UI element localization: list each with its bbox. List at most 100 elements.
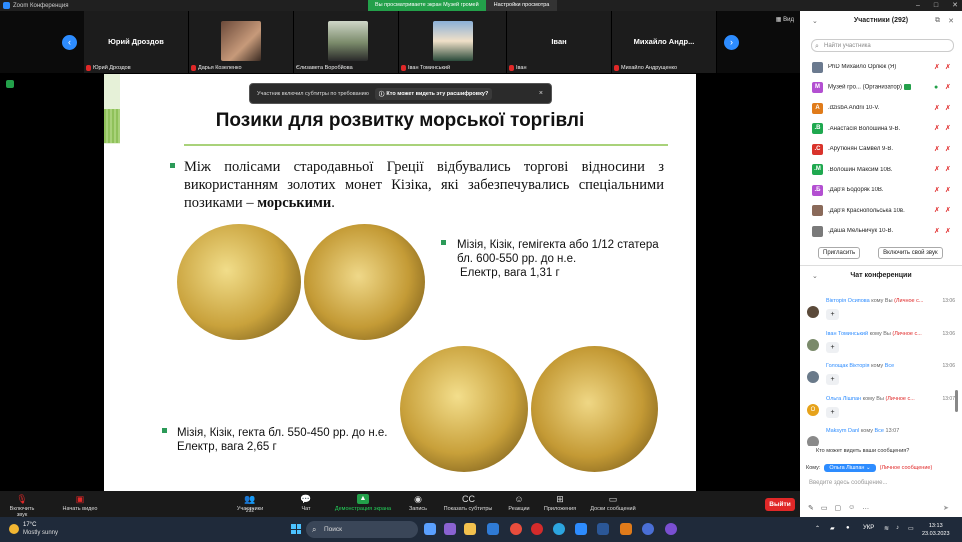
app-icon[interactable] — [620, 523, 632, 535]
avatar — [807, 338, 819, 351]
gallery-prev-button[interactable]: ‹ — [62, 35, 77, 50]
viber-icon[interactable] — [665, 523, 677, 535]
view-banner: Вы просматриваете экран Музей громей Нас… — [368, 0, 558, 11]
captions-button[interactable]: CC Показать субтитры — [440, 494, 496, 512]
gallery-next-button[interactable]: › — [724, 35, 739, 50]
camera-off-icon: ✗ — [945, 125, 951, 133]
share-screen-button[interactable]: ▲ Демонстрация экрана — [330, 494, 396, 512]
avatar — [807, 371, 819, 383]
edge-icon[interactable] — [487, 523, 499, 535]
record-icon: ◉ — [414, 494, 422, 504]
chat-scrollbar[interactable] — [955, 390, 958, 412]
who-can-see-transcript-button[interactable]: ⓘ Кто может видеть эту расшифровку? — [374, 87, 493, 100]
host-badge-icon — [904, 84, 912, 91]
participant-video — [433, 21, 473, 61]
word-icon[interactable] — [597, 523, 609, 535]
apps-button[interactable]: ⊞ Приложения — [541, 494, 579, 512]
panel-divider — [800, 265, 962, 266]
taskbar-search[interactable]: ⌕ Поиск — [306, 521, 418, 538]
mic-muted-icon: ✗ — [934, 166, 940, 174]
leave-button[interactable]: Выйти — [765, 498, 795, 511]
participant-row[interactable]: .B .Анастасія Волошина 9-В. ✗ ✗ — [800, 119, 962, 140]
chat-button[interactable]: 💬 Чат — [296, 494, 316, 512]
app-icon[interactable] — [642, 523, 654, 535]
unmute-self-button[interactable]: Включить свой звук — [878, 247, 943, 259]
file-explorer-icon[interactable] — [464, 523, 476, 535]
recipient-select[interactable]: Ольга Лішпан ⌄ — [824, 464, 876, 472]
layout-view-button[interactable]: ▦ Вид — [776, 16, 794, 23]
invite-button[interactable]: Пригласить — [818, 247, 861, 259]
video-tile[interactable]: Михайло Андр... Михайло Андрущенко — [612, 11, 717, 73]
camera-off-icon: ✗ — [945, 63, 951, 71]
close-icon[interactable]: × — [539, 90, 543, 97]
participant-row[interactable]: PhD Михайло Орлюк (Я) ✗ ✗ — [800, 57, 962, 78]
mic-tray-icon[interactable]: ● — [846, 525, 850, 531]
clock[interactable]: 13:13 23.03.2023 — [922, 522, 950, 538]
whiteboards-button[interactable]: ▭ Доски сообщений — [586, 494, 640, 512]
tray-chevron-icon[interactable]: ⌃ — [815, 525, 820, 532]
opera-icon[interactable] — [531, 523, 543, 535]
participants-button[interactable]: 👥292 Участники — [232, 494, 268, 514]
participant-row[interactable]: .Дар'я Краснопольська 10в. ✗ ✗ — [800, 201, 962, 222]
start-button[interactable] — [291, 524, 301, 534]
chrome-icon[interactable] — [510, 523, 522, 535]
weather-widget[interactable]: 17°C Mostly sunny — [9, 521, 58, 537]
video-tile[interactable]: Єлизавета Воробйова — [294, 11, 399, 73]
record-button[interactable]: ◉ Запись — [404, 494, 432, 512]
participant-row[interactable]: .C .Арутюнян Самвел 9-В. ✗ ✗ — [800, 139, 962, 160]
participant-search-input[interactable]: ⌕ Найти участника — [811, 39, 954, 52]
video-tile[interactable]: Іван Томинський — [399, 11, 507, 73]
more-icon[interactable]: … — [862, 504, 869, 512]
window-title: Zoom Конференция — [13, 2, 69, 9]
attach-file-icon[interactable]: ▭ — [821, 504, 828, 512]
battery-icon[interactable]: ▭ — [908, 525, 914, 532]
emoji-icon[interactable]: ☺ — [848, 504, 855, 512]
security-shield-icon[interactable] — [6, 80, 14, 88]
zoom-taskbar-icon[interactable] — [575, 523, 587, 535]
mic-muted-icon: ✗ — [934, 145, 940, 153]
chat-message-input[interactable]: Введите здесь сообщение... — [809, 480, 888, 486]
start-video-button[interactable]: ▣ Начать видео — [58, 494, 102, 512]
teams-icon[interactable] — [444, 523, 456, 535]
search-icon: ⌕ — [815, 43, 819, 50]
camera-off-icon: ✗ — [945, 227, 951, 235]
panel-close-icon[interactable]: ✕ — [948, 17, 954, 25]
video-tile[interactable]: Іван Іван — [507, 11, 612, 73]
muted-mic-icon — [509, 65, 514, 71]
tile-display-name: Іван — [551, 37, 567, 46]
participant-row[interactable]: A .dzisbA Andrii 10-V. ✗ ✗ — [800, 98, 962, 119]
avatar: M — [812, 82, 823, 94]
wifi-icon[interactable]: ≋ — [884, 525, 889, 532]
cc-icon: CC — [462, 494, 475, 504]
unmute-button[interactable]: 🎙 Включить звук — [6, 494, 38, 518]
reactions-button[interactable]: ☺ Реакции — [505, 494, 533, 512]
mic-muted-icon: ✗ — [934, 125, 940, 133]
who-can-see-messages-link[interactable]: Кто может видеть ваши сообщения? — [806, 446, 956, 456]
participant-row[interactable]: .Б .Дар'я Бодоряк 10В. ✗ ✗ — [800, 180, 962, 201]
mic-muted-icon: 🎙 — [16, 494, 28, 504]
maximize-icon[interactable]: □ — [934, 0, 938, 11]
telegram-icon[interactable] — [553, 523, 565, 535]
minimize-icon[interactable]: – — [916, 0, 920, 11]
avatar: .C — [812, 143, 823, 155]
send-icon[interactable]: ➤ — [943, 504, 949, 512]
screenshot-icon[interactable]: ▢ — [835, 504, 842, 512]
camera-off-icon: ✗ — [945, 166, 951, 174]
view-options-button[interactable]: Настройки просмотра — [485, 0, 558, 11]
video-tile[interactable]: Юрий Дроздов Юрий Дроздов — [84, 11, 189, 73]
whiteboard-icon: ▭ — [608, 494, 618, 504]
task-view-icon[interactable] — [424, 523, 436, 535]
participant-row[interactable]: .M .Волошин Максим 10В. ✗ ✗ — [800, 160, 962, 181]
participant-video — [221, 21, 261, 61]
close-icon[interactable]: ✕ — [952, 0, 958, 11]
format-icon[interactable]: ✎ — [808, 504, 814, 512]
network-icon[interactable]: ▰ — [830, 525, 835, 532]
tile-label: Юрий Дроздов — [86, 65, 131, 71]
popout-icon[interactable]: ⧉ — [935, 17, 940, 25]
chat-icon: 💬 — [300, 494, 312, 504]
video-tile[interactable]: Дарья Козеленко — [189, 11, 294, 73]
participant-row[interactable]: M Музей гро... (Организатор) ● ✗ — [800, 78, 962, 99]
participant-row[interactable]: .Даша Мельничук 10-В. ✗ ✗ — [800, 221, 962, 242]
volume-icon[interactable]: ♪ — [896, 525, 899, 531]
language-indicator[interactable]: УКР — [863, 525, 874, 531]
